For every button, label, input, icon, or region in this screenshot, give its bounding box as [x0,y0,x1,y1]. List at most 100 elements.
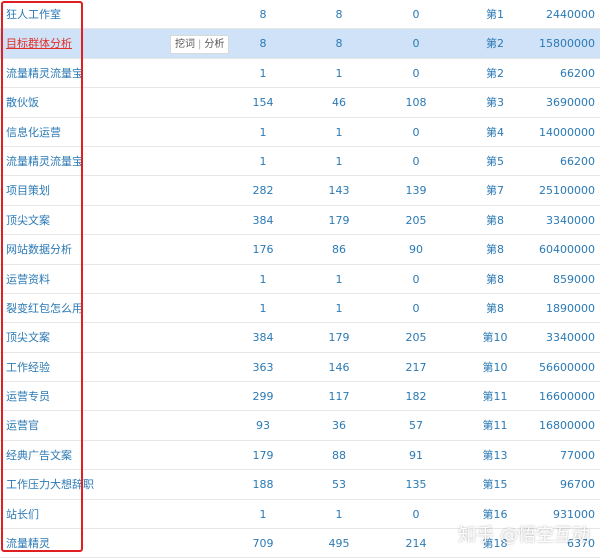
keyword-link[interactable]: 狂人工作室 [6,0,61,29]
count-cell: 179 [252,448,274,462]
count-cell: 282 [252,184,274,198]
keyword-link[interactable]: 流量精灵流量宝 [6,147,83,176]
table-row[interactable]: 裂变红包怎么用 1 1 0 第8 1890000 [0,294,600,324]
rank-cell: 第8 [486,301,504,315]
count-cell: 179 [328,331,350,345]
count-cell: 0 [412,507,420,521]
count-cell: 53 [332,478,346,492]
keyword-link[interactable]: 散伙饭 [6,88,39,117]
table-row[interactable]: 目标群体分析 8 8 0 第2 15800000 挖词 | 分析 [0,29,600,59]
count-cell: 182 [405,390,427,404]
table-row[interactable]: 顶尖文案 384 179 205 第8 3340000 [0,206,600,236]
table-row[interactable]: 工作压力大想辞职 188 53 135 第15 96700 [0,470,600,500]
rank-cell: 第2 [486,66,504,80]
rank-cell: 第15 [482,478,508,492]
count-cell: 1 [259,301,267,315]
keyword-link[interactable]: 运营专员 [6,382,50,411]
volume-cell: 77000 [560,448,595,462]
rank-cell: 第2 [486,37,504,51]
count-cell: 495 [328,537,350,551]
count-cell: 1 [335,272,343,286]
count-cell: 36 [332,419,346,433]
count-cell: 384 [252,213,274,227]
keyword-table: 狂人工作室 8 8 0 第1 2440000 目标群体分析 8 8 0 第2 15800000 挖词 | 分… [0,0,600,558]
count-cell: 1 [335,125,343,139]
count-cell: 1 [259,66,267,80]
count-cell: 88 [332,448,346,462]
count-cell: 384 [252,331,274,345]
keyword-link[interactable]: 流量精灵 [6,529,50,558]
rank-cell: 第1 [486,8,504,21]
keyword-link[interactable]: 工作经验 [6,353,50,382]
count-cell: 0 [412,301,420,315]
table-row[interactable]: 顶尖文案 384 179 205 第10 3340000 [0,323,600,353]
keyword-link[interactable]: 目标群体分析 [6,29,72,58]
keyword-link[interactable]: 网站数据分析 [6,235,72,264]
keyword-link[interactable]: 工作压力大想辞职 [6,470,94,499]
volume-cell: 25100000 [539,184,595,198]
count-cell: 1 [259,272,267,286]
count-cell: 299 [252,390,274,404]
table-row[interactable]: 经典广告文案 179 88 91 第13 77000 [0,441,600,471]
rank-cell: 第4 [486,125,504,139]
keyword-link[interactable]: 运营官 [6,411,39,440]
rank-cell: 第11 [482,390,508,404]
count-cell: 108 [405,96,427,110]
keyword-link[interactable]: 流量精灵流量宝 [6,59,83,88]
count-cell: 1 [335,507,343,521]
dig-keyword-button[interactable]: 挖词 [175,39,195,50]
rank-cell: 第8 [486,213,504,227]
volume-cell: 66200 [560,66,595,80]
table-row[interactable]: 信息化运营 1 1 0 第4 14000000 [0,118,600,147]
count-cell: 0 [412,37,420,51]
keyword-link[interactable]: 顶尖文案 [6,323,50,352]
keyword-link[interactable]: 顶尖文案 [6,206,50,235]
count-cell: 8 [335,37,343,51]
keyword-link[interactable]: 项目策划 [6,176,50,205]
table-row[interactable]: 工作经验 363 146 217 第10 56600000 [0,353,600,383]
count-cell: 135 [405,478,427,492]
table-row[interactable]: 流量精灵流量宝 1 1 0 第2 66200 [0,59,600,89]
volume-cell: 3340000 [546,213,595,227]
watermark: 知乎 @悟空互动 [458,525,590,546]
table-row[interactable]: 运营专员 299 117 182 第11 16600000 [0,382,600,412]
count-cell: 143 [328,184,350,198]
count-cell: 0 [412,66,420,80]
table-row[interactable]: 网站数据分析 176 86 90 第8 60400000 [0,235,600,265]
rank-cell: 第5 [486,154,504,168]
count-cell: 117 [328,390,350,404]
volume-cell: 56600000 [539,360,595,374]
volume-cell: 1890000 [546,301,595,315]
count-cell: 8 [259,8,267,21]
count-cell: 1 [335,66,343,80]
keyword-link[interactable]: 经典广告文案 [6,441,72,470]
table-row[interactable]: 项目策划 282 143 139 第7 25100000 [0,176,600,206]
keyword-link[interactable]: 站长们 [6,500,39,529]
count-cell: 1 [259,125,267,139]
count-cell: 8 [259,37,267,51]
count-cell: 1 [335,301,343,315]
count-cell: 86 [332,243,346,257]
keyword-link[interactable]: 信息化运营 [6,118,61,147]
rank-cell: 第8 [486,243,504,257]
rank-cell: 第10 [482,360,508,374]
count-cell: 205 [405,213,427,227]
count-cell: 709 [252,537,274,551]
count-cell: 217 [405,360,427,374]
analyze-button[interactable]: 分析 [204,39,224,50]
keyword-link[interactable]: 运营资料 [6,265,50,294]
rank-cell: 第8 [486,272,504,286]
volume-cell: 16800000 [539,419,595,433]
count-cell: 214 [405,537,427,551]
count-cell: 154 [252,96,274,110]
table-row[interactable]: 散伙饭 154 46 108 第3 3690000 [0,88,600,118]
table-row[interactable]: 流量精灵流量宝 1 1 0 第5 66200 [0,147,600,177]
volume-cell: 3340000 [546,331,595,345]
count-cell: 139 [405,184,427,198]
rank-cell: 第13 [482,448,508,462]
keyword-link[interactable]: 裂变红包怎么用 [6,294,83,323]
table-row[interactable]: 运营资料 1 1 0 第8 859000 [0,265,600,294]
table-row[interactable]: 狂人工作室 8 8 0 第1 2440000 [0,0,600,30]
table-row[interactable]: 运营官 93 36 57 第11 16800000 [0,411,600,441]
count-cell: 205 [405,331,427,345]
